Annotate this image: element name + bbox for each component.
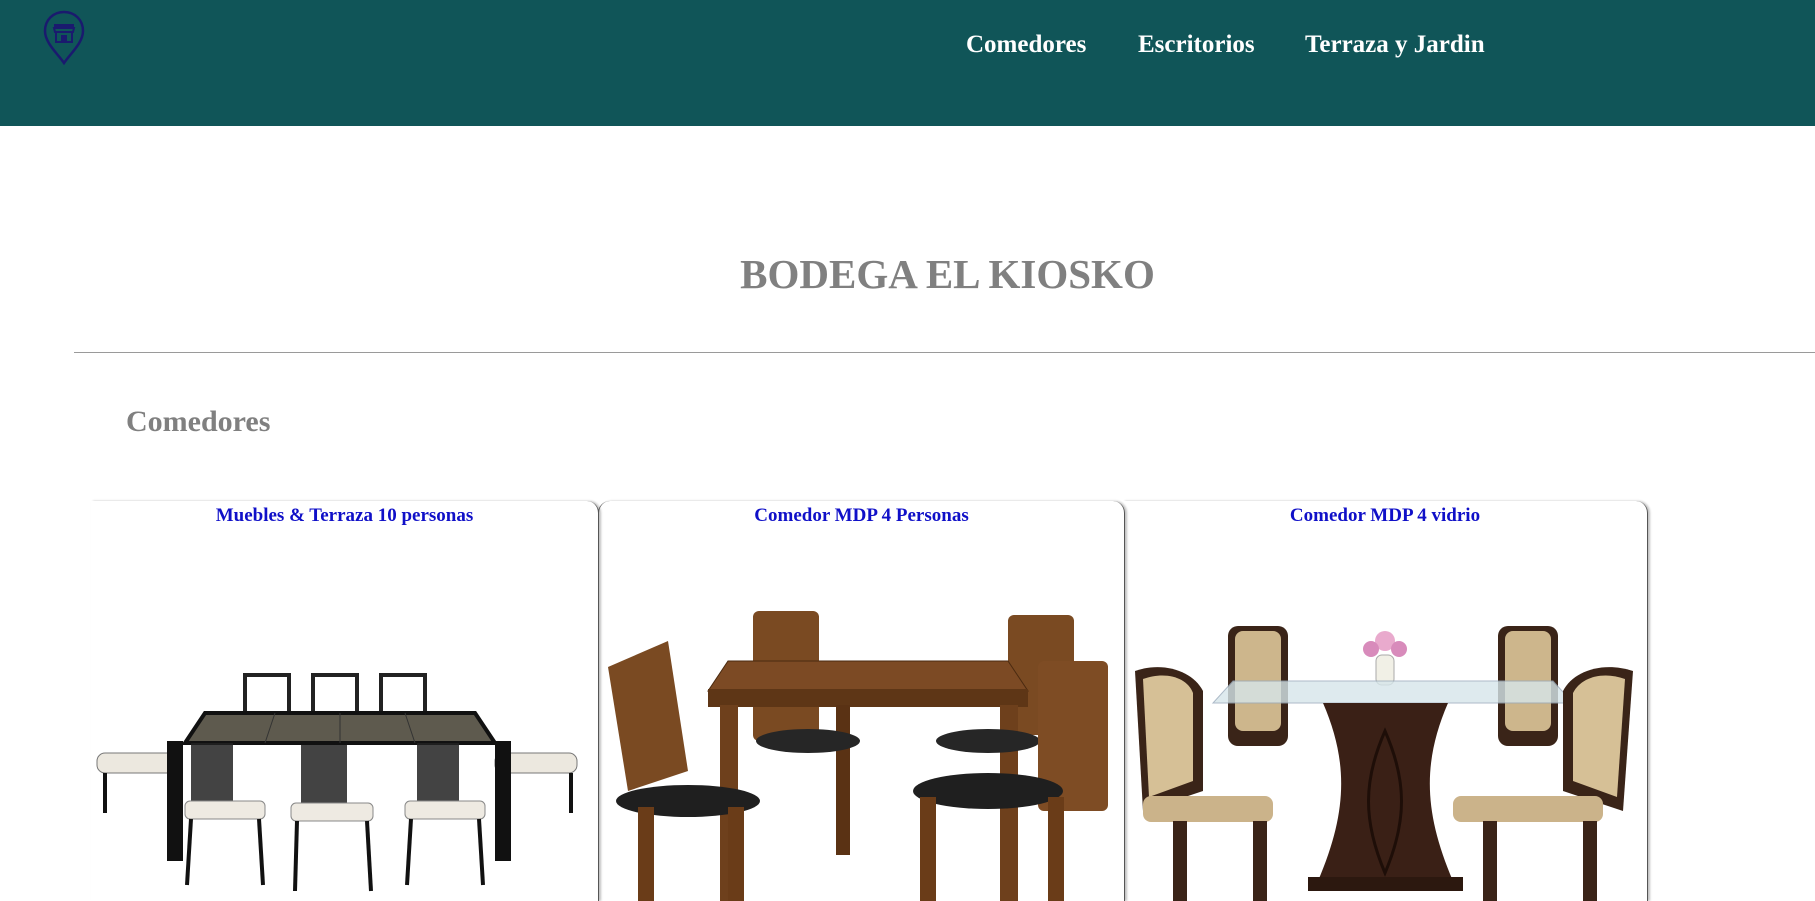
title-divider	[74, 352, 1815, 353]
page-title: BODEGA EL KIOSKO	[740, 251, 1155, 297]
glass-top-dining-set-image[interactable]	[1133, 611, 1638, 901]
product-title-link[interactable]: Comedor MDP 4 Personas	[599, 505, 1124, 527]
wooden-dining-set-image[interactable]	[608, 611, 1113, 901]
product-card[interactable]: Muebles & Terraza 10 personas	[91, 501, 599, 901]
nav-link-comedores[interactable]: Comedores	[966, 31, 1086, 59]
main-nav: Comedores Escritorios Terraza y Jardin	[0, 31, 1815, 71]
product-card[interactable]: Comedor MDP 4 Personas	[598, 501, 1125, 901]
site-header: Comedores Escritorios Terraza y Jardin	[0, 0, 1815, 126]
product-card[interactable]: Comedor MDP 4 vidrio	[1123, 501, 1648, 901]
section-title-comedores: Comedores	[126, 405, 271, 438]
product-title-link[interactable]: Muebles & Terraza 10 personas	[91, 505, 598, 527]
product-title-link[interactable]: Comedor MDP 4 vidrio	[1123, 505, 1647, 527]
black-metal-patio-dining-set-image[interactable]	[95, 663, 581, 895]
nav-link-terraza-y-jardin[interactable]: Terraza y Jardin	[1305, 31, 1485, 59]
nav-link-escritorios[interactable]: Escritorios	[1138, 31, 1255, 59]
